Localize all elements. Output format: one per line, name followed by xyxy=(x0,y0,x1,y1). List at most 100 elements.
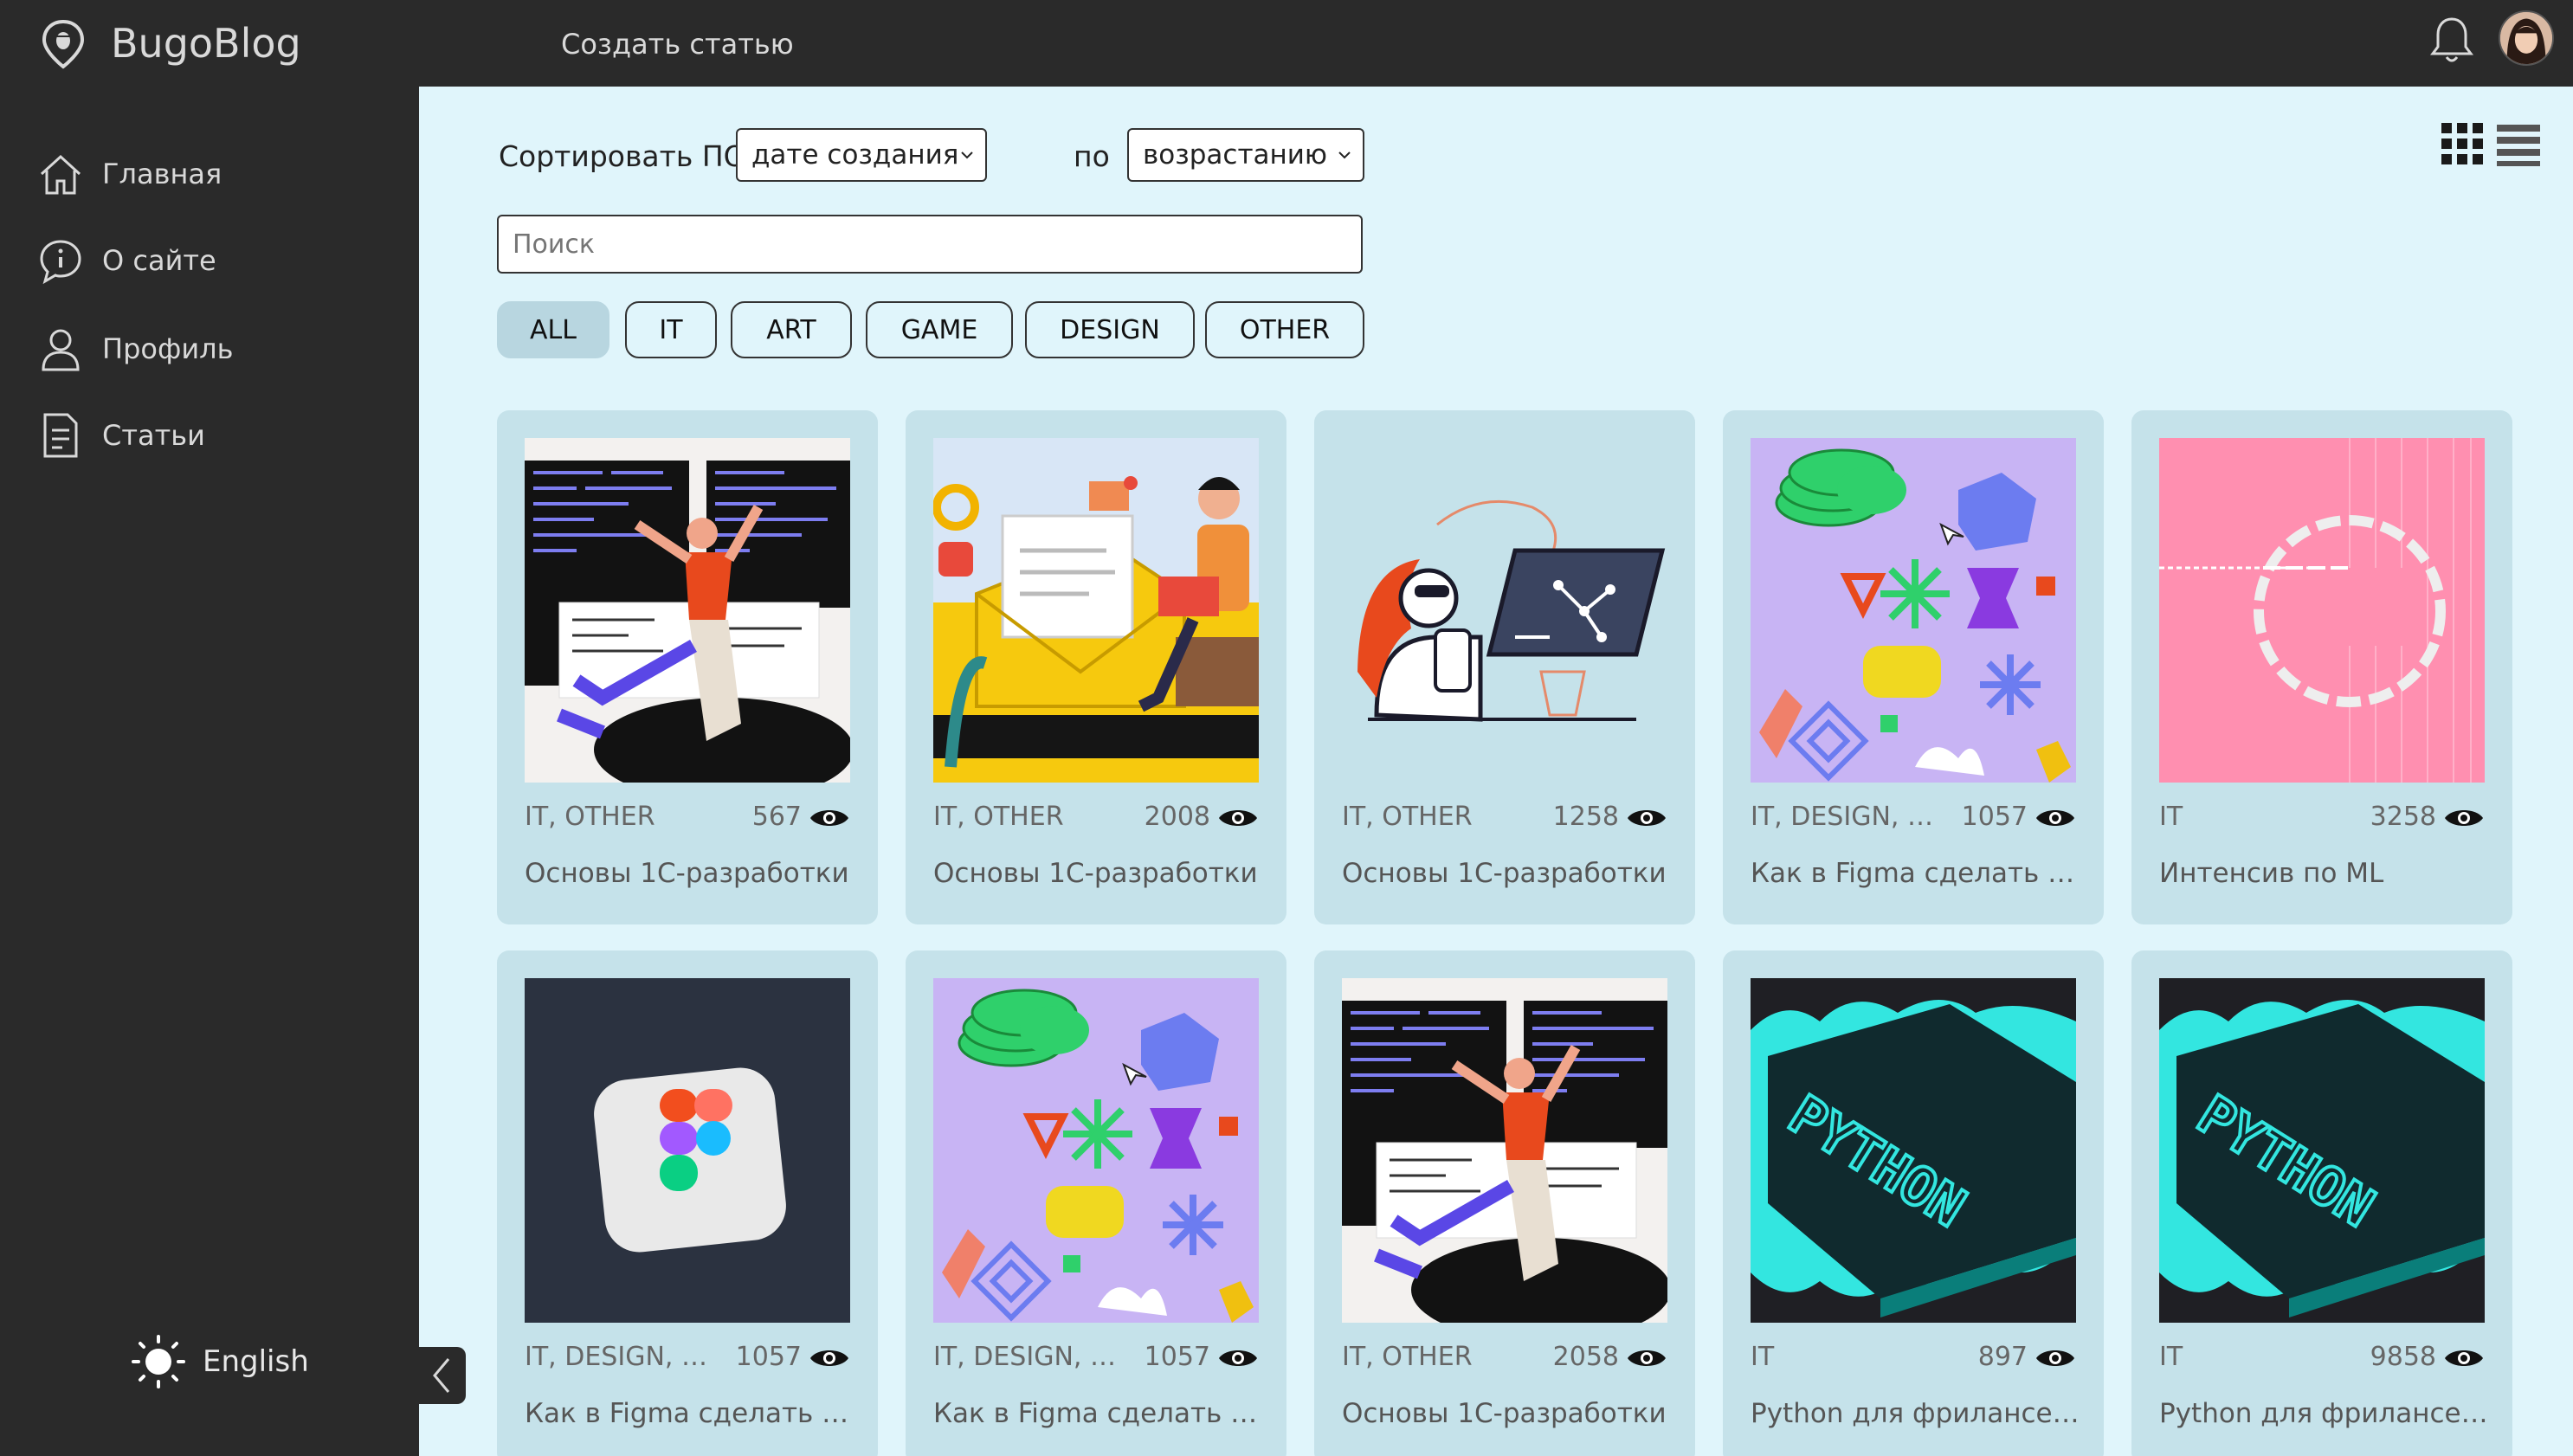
article-title: Основы 1С-разработки xyxy=(525,858,849,889)
sort-field-value: дате создания xyxy=(751,139,959,171)
eye-icon xyxy=(1217,1345,1259,1371)
article-card[interactable]: IT 9858 Python для фрилансера xyxy=(2131,950,2512,1456)
article-card[interactable]: IT, OTHER 567 Основы 1С-разработки xyxy=(497,410,878,924)
view-count: 1057 xyxy=(1144,1342,1210,1372)
view-count: 3258 xyxy=(2370,802,2436,832)
view-count: 1057 xyxy=(1961,802,2028,832)
article-thumbnail xyxy=(525,978,850,1323)
order-label: по xyxy=(1074,139,1110,173)
user-icon xyxy=(42,329,80,371)
sort-label: Сортировать ПО xyxy=(499,139,746,173)
eye-icon xyxy=(1626,805,1667,831)
article-thumbnail xyxy=(2159,438,2485,783)
article-thumbnail xyxy=(1342,978,1667,1323)
filter-art[interactable]: ART xyxy=(731,301,852,358)
list-view-icon[interactable] xyxy=(2497,121,2540,166)
article-title: Python для фрилансера xyxy=(2159,1398,2493,1429)
create-article-link[interactable]: Создать статью xyxy=(561,24,794,64)
eye-icon xyxy=(2035,1345,2076,1371)
article-tags: IT, DESIGN, OTHER xyxy=(525,1342,724,1372)
filter-all[interactable]: ALL xyxy=(497,301,609,358)
view-count: 1057 xyxy=(735,1342,802,1372)
search-input[interactable] xyxy=(497,215,1363,274)
sort-order-value: возрастанию xyxy=(1143,139,1328,171)
home-icon xyxy=(40,154,81,195)
filter-other[interactable]: OTHER xyxy=(1205,301,1364,358)
bell-icon[interactable] xyxy=(2429,16,2474,64)
collapse-sidebar-button[interactable] xyxy=(419,1347,466,1404)
article-tags: IT xyxy=(1751,1342,1775,1372)
chevron-down-icon xyxy=(1338,151,1351,159)
eye-icon xyxy=(1626,1345,1667,1371)
sidebar-item-articles[interactable]: Статьи xyxy=(38,405,205,466)
eye-icon xyxy=(2443,1345,2485,1371)
grid-view-icon[interactable] xyxy=(2441,121,2485,166)
article-tags: IT, DESIGN, OTHER xyxy=(933,1342,1132,1372)
view-count: 2008 xyxy=(1144,802,1210,832)
eye-icon xyxy=(2443,805,2485,831)
view-count: 1258 xyxy=(1552,802,1619,832)
sidebar-item-label: Профиль xyxy=(102,332,234,365)
view-count: 2058 xyxy=(1552,1342,1619,1372)
article-thumbnail xyxy=(1751,978,2076,1323)
filter-design[interactable]: DESIGN xyxy=(1025,301,1195,358)
view-count: 567 xyxy=(751,802,802,832)
article-thumbnail xyxy=(1342,438,1667,783)
language-label: English xyxy=(203,1344,309,1379)
article-card[interactable]: IT, OTHER 1258 Основы 1С-разработки xyxy=(1314,410,1695,924)
article-thumbnail xyxy=(933,978,1259,1323)
eye-icon xyxy=(809,1345,850,1371)
article-tags: IT, OTHER xyxy=(933,802,1064,832)
document-icon xyxy=(43,413,78,458)
sidebar-item-home[interactable]: Главная xyxy=(38,144,222,204)
article-tags: IT, OTHER xyxy=(1342,802,1473,832)
article-title: Python для фрилансера xyxy=(1751,1398,2085,1429)
sidebar-item-label: Главная xyxy=(102,158,222,190)
main-content: Сортировать ПО дате создания по возраста… xyxy=(419,87,2573,1456)
article-title: Как в Figma сделать что угодно xyxy=(1751,858,2085,889)
eye-icon xyxy=(2035,805,2076,831)
article-tags: IT, OTHER xyxy=(525,802,655,832)
sidebar: Главная О сайте Профиль Статьи English xyxy=(0,87,419,1456)
top-bar: BugoBlog Создать статью xyxy=(0,0,2573,87)
article-card[interactable]: IT, DESIGN, OTHER 1057 Как в Figma сдела… xyxy=(1723,410,2104,924)
article-card[interactable]: IT 3258 Интенсив по ML xyxy=(2131,410,2512,924)
article-card[interactable]: IT, OTHER 2058 Основы 1С-разработки xyxy=(1314,950,1695,1456)
sort-order-select[interactable]: возрастанию xyxy=(1127,128,1364,182)
logo-text[interactable]: BugoBlog xyxy=(111,17,301,69)
article-card[interactable]: IT, DESIGN, OTHER 1057 Как в Figma сдела… xyxy=(497,950,878,1456)
article-card[interactable]: IT, OTHER 2008 Основы 1С-разработки xyxy=(906,410,1286,924)
language-toggle[interactable]: English xyxy=(130,1333,309,1390)
article-thumbnail xyxy=(2159,978,2485,1323)
filter-it[interactable]: IT xyxy=(625,301,717,358)
article-title: Как в Figma сделать что угодно xyxy=(933,1398,1267,1429)
article-card[interactable]: IT 897 Python для фрилансера xyxy=(1723,950,2104,1456)
sidebar-item-about[interactable]: О сайте xyxy=(38,230,216,291)
article-title: Как в Figma сделать что угодно xyxy=(525,1398,859,1429)
info-icon xyxy=(40,240,81,285)
article-thumbnail xyxy=(1751,438,2076,783)
chevron-left-icon xyxy=(433,1358,450,1393)
article-card[interactable]: IT, DESIGN, OTHER 1057 Как в Figma сдела… xyxy=(906,950,1286,1456)
article-tags: IT, OTHER xyxy=(1342,1342,1473,1372)
article-thumbnail xyxy=(525,438,850,783)
article-thumbnail xyxy=(933,438,1259,783)
eye-icon xyxy=(809,805,850,831)
article-tags: IT xyxy=(2159,802,2183,832)
article-tags: IT, DESIGN, OTHER xyxy=(1751,802,1950,832)
article-tags: IT xyxy=(2159,1342,2183,1372)
article-title: Основы 1С-разработки xyxy=(933,858,1258,889)
view-count: 9858 xyxy=(2370,1342,2436,1372)
sort-field-select[interactable]: дате создания xyxy=(736,128,987,182)
sidebar-item-label: Статьи xyxy=(102,419,205,452)
view-count: 897 xyxy=(1977,1342,2028,1372)
article-title: Основы 1С-разработки xyxy=(1342,858,1667,889)
chevron-down-icon xyxy=(961,151,973,159)
bug-pin-icon[interactable] xyxy=(40,19,87,69)
sidebar-item-profile[interactable]: Профиль xyxy=(38,319,233,379)
sun-icon xyxy=(132,1335,185,1388)
sidebar-item-label: О сайте xyxy=(102,244,216,277)
avatar[interactable] xyxy=(2499,10,2554,66)
article-title: Основы 1С-разработки xyxy=(1342,1398,1667,1429)
filter-game[interactable]: GAME xyxy=(866,301,1013,358)
